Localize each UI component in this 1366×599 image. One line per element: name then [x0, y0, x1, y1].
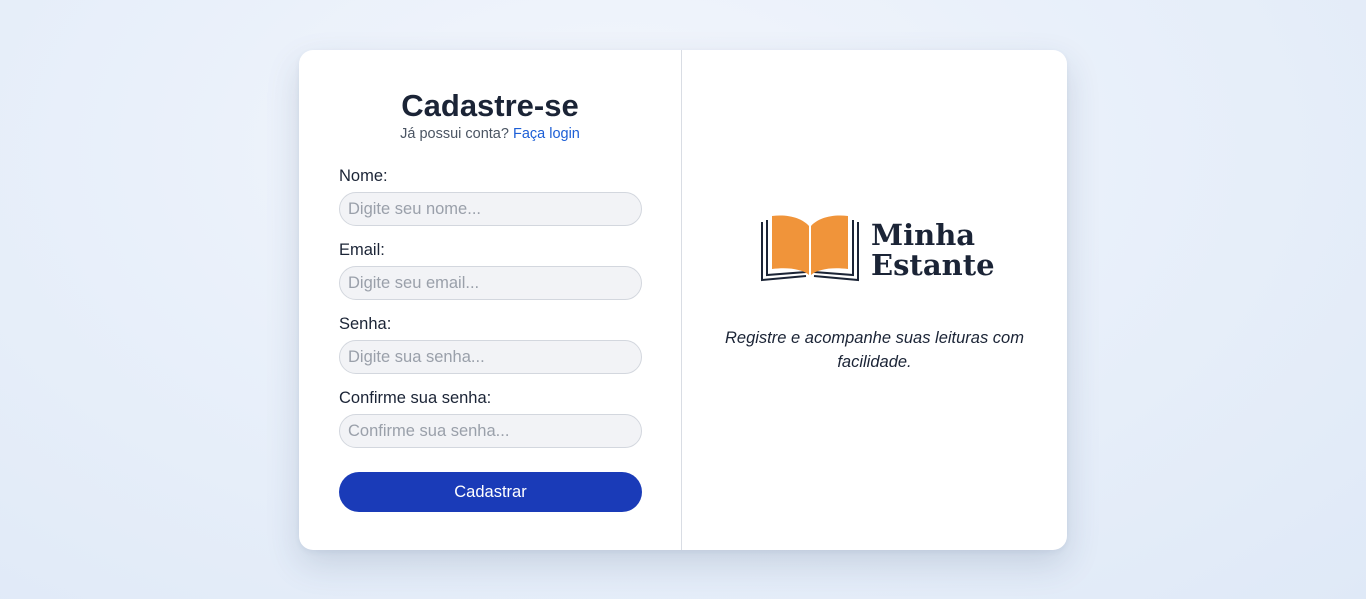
open-book-icon: [761, 215, 859, 282]
minha-estante-logo: Minha Estante: [761, 215, 994, 282]
register-card: Cadastre-se Já possui conta? Faça login …: [299, 50, 1067, 550]
password-label: Senha:: [339, 315, 392, 333]
login-prompt: Já possui conta? Faça login: [299, 125, 681, 143]
logo-name-line1: Minha: [871, 218, 975, 252]
email-input[interactable]: [339, 266, 642, 300]
brand-tagline: Registre e acompanhe suas leituras com f…: [725, 329, 1024, 371]
logo-name-line2: Estante: [871, 248, 994, 282]
confirm-password-label: Confirme sua senha:: [339, 389, 492, 407]
register-form-panel: Cadastre-se Já possui conta? Faça login …: [299, 50, 682, 550]
name-input[interactable]: [339, 192, 642, 226]
login-prompt-text: Já possui conta?: [400, 126, 509, 142]
brand-panel: Minha Estante Registre e acompanhe suas …: [682, 50, 1067, 550]
email-label: Email:: [339, 241, 385, 259]
name-label: Nome:: [339, 167, 388, 185]
password-input[interactable]: [339, 340, 642, 374]
confirm-password-input[interactable]: [339, 414, 642, 448]
register-button[interactable]: Cadastrar: [339, 472, 642, 512]
login-link[interactable]: Faça login: [513, 126, 580, 142]
page-title: Cadastre-se: [401, 88, 579, 123]
